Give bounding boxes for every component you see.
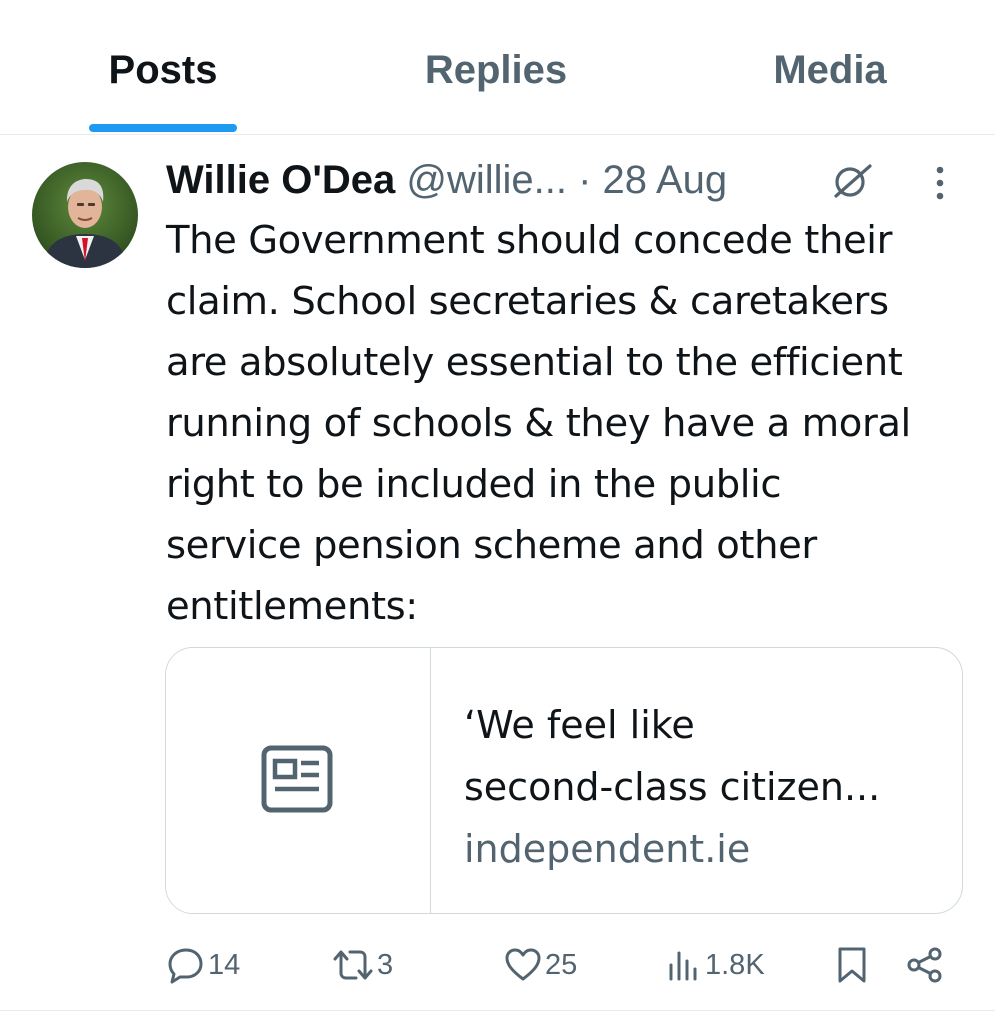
views-chart-icon: [669, 951, 697, 981]
reply-count: 14: [208, 948, 241, 981]
tweet-text: The Government should concede their clai…: [166, 210, 976, 637]
tweet-text-line: The Government should concede their: [166, 218, 893, 263]
link-card-title: second-class citizen...: [464, 765, 881, 809]
tweet-text-line: entitlements:: [166, 584, 418, 629]
repost-count: 3: [377, 948, 394, 981]
active-tab-indicator: [89, 124, 237, 132]
link-card-title: ‘We feel like: [464, 703, 695, 747]
author-name[interactable]: Willie O'Dea: [166, 158, 395, 202]
tweet-text-line: service pension scheme and other: [166, 523, 817, 568]
news-article-icon: [261, 745, 333, 813]
avatar[interactable]: [32, 162, 138, 268]
bookmark-button[interactable]: [834, 935, 870, 995]
tab-posts[interactable]: Posts: [60, 48, 266, 104]
more-options-icon[interactable]: [930, 164, 950, 202]
share-button[interactable]: [905, 935, 945, 995]
link-card[interactable]: ‘We feel like second-class citizen... in…: [165, 647, 963, 914]
author-handle[interactable]: @willie...: [406, 158, 567, 202]
reply-icon: [168, 948, 203, 984]
avatar-photo: [32, 162, 138, 268]
tweet-date[interactable]: 28 Aug: [603, 158, 728, 202]
like-button[interactable]: 25: [503, 935, 577, 995]
share-icon: [907, 947, 942, 983]
tab-replies[interactable]: Replies: [380, 48, 612, 104]
views-count: 1.8K: [705, 948, 765, 981]
heart-icon: [505, 948, 541, 981]
profile-tabs: Posts Replies Media: [0, 0, 995, 135]
link-card-text: ‘We feel like second-class citizen... in…: [464, 694, 944, 880]
link-card-thumbnail: [166, 648, 431, 913]
like-count: 25: [545, 948, 578, 981]
tweet-header: Willie O'Dea @willie... · 28 Aug: [166, 152, 966, 208]
repost-button[interactable]: 3: [331, 935, 393, 995]
tweet-text-line: claim. School secretaries & caretakers: [166, 279, 889, 324]
repost-icon: [333, 950, 373, 980]
bookmark-icon: [838, 947, 866, 983]
tweet-divider: [0, 1010, 995, 1011]
edited-icon[interactable]: [830, 162, 874, 198]
tweet-text-line: are absolutely essential to the efficien…: [166, 340, 903, 385]
tweet-actions: 14 3 25 1.8K: [0, 935, 995, 995]
tweet-text-line: running of schools & they have a moral: [166, 401, 911, 446]
tweet-text-line: right to be included in the public: [166, 462, 782, 507]
tab-media[interactable]: Media: [720, 48, 940, 104]
link-card-domain: independent.ie: [464, 827, 751, 871]
reply-button[interactable]: 14: [166, 935, 240, 995]
views-button[interactable]: 1.8K: [665, 935, 765, 995]
header-separator: ·: [578, 158, 592, 202]
